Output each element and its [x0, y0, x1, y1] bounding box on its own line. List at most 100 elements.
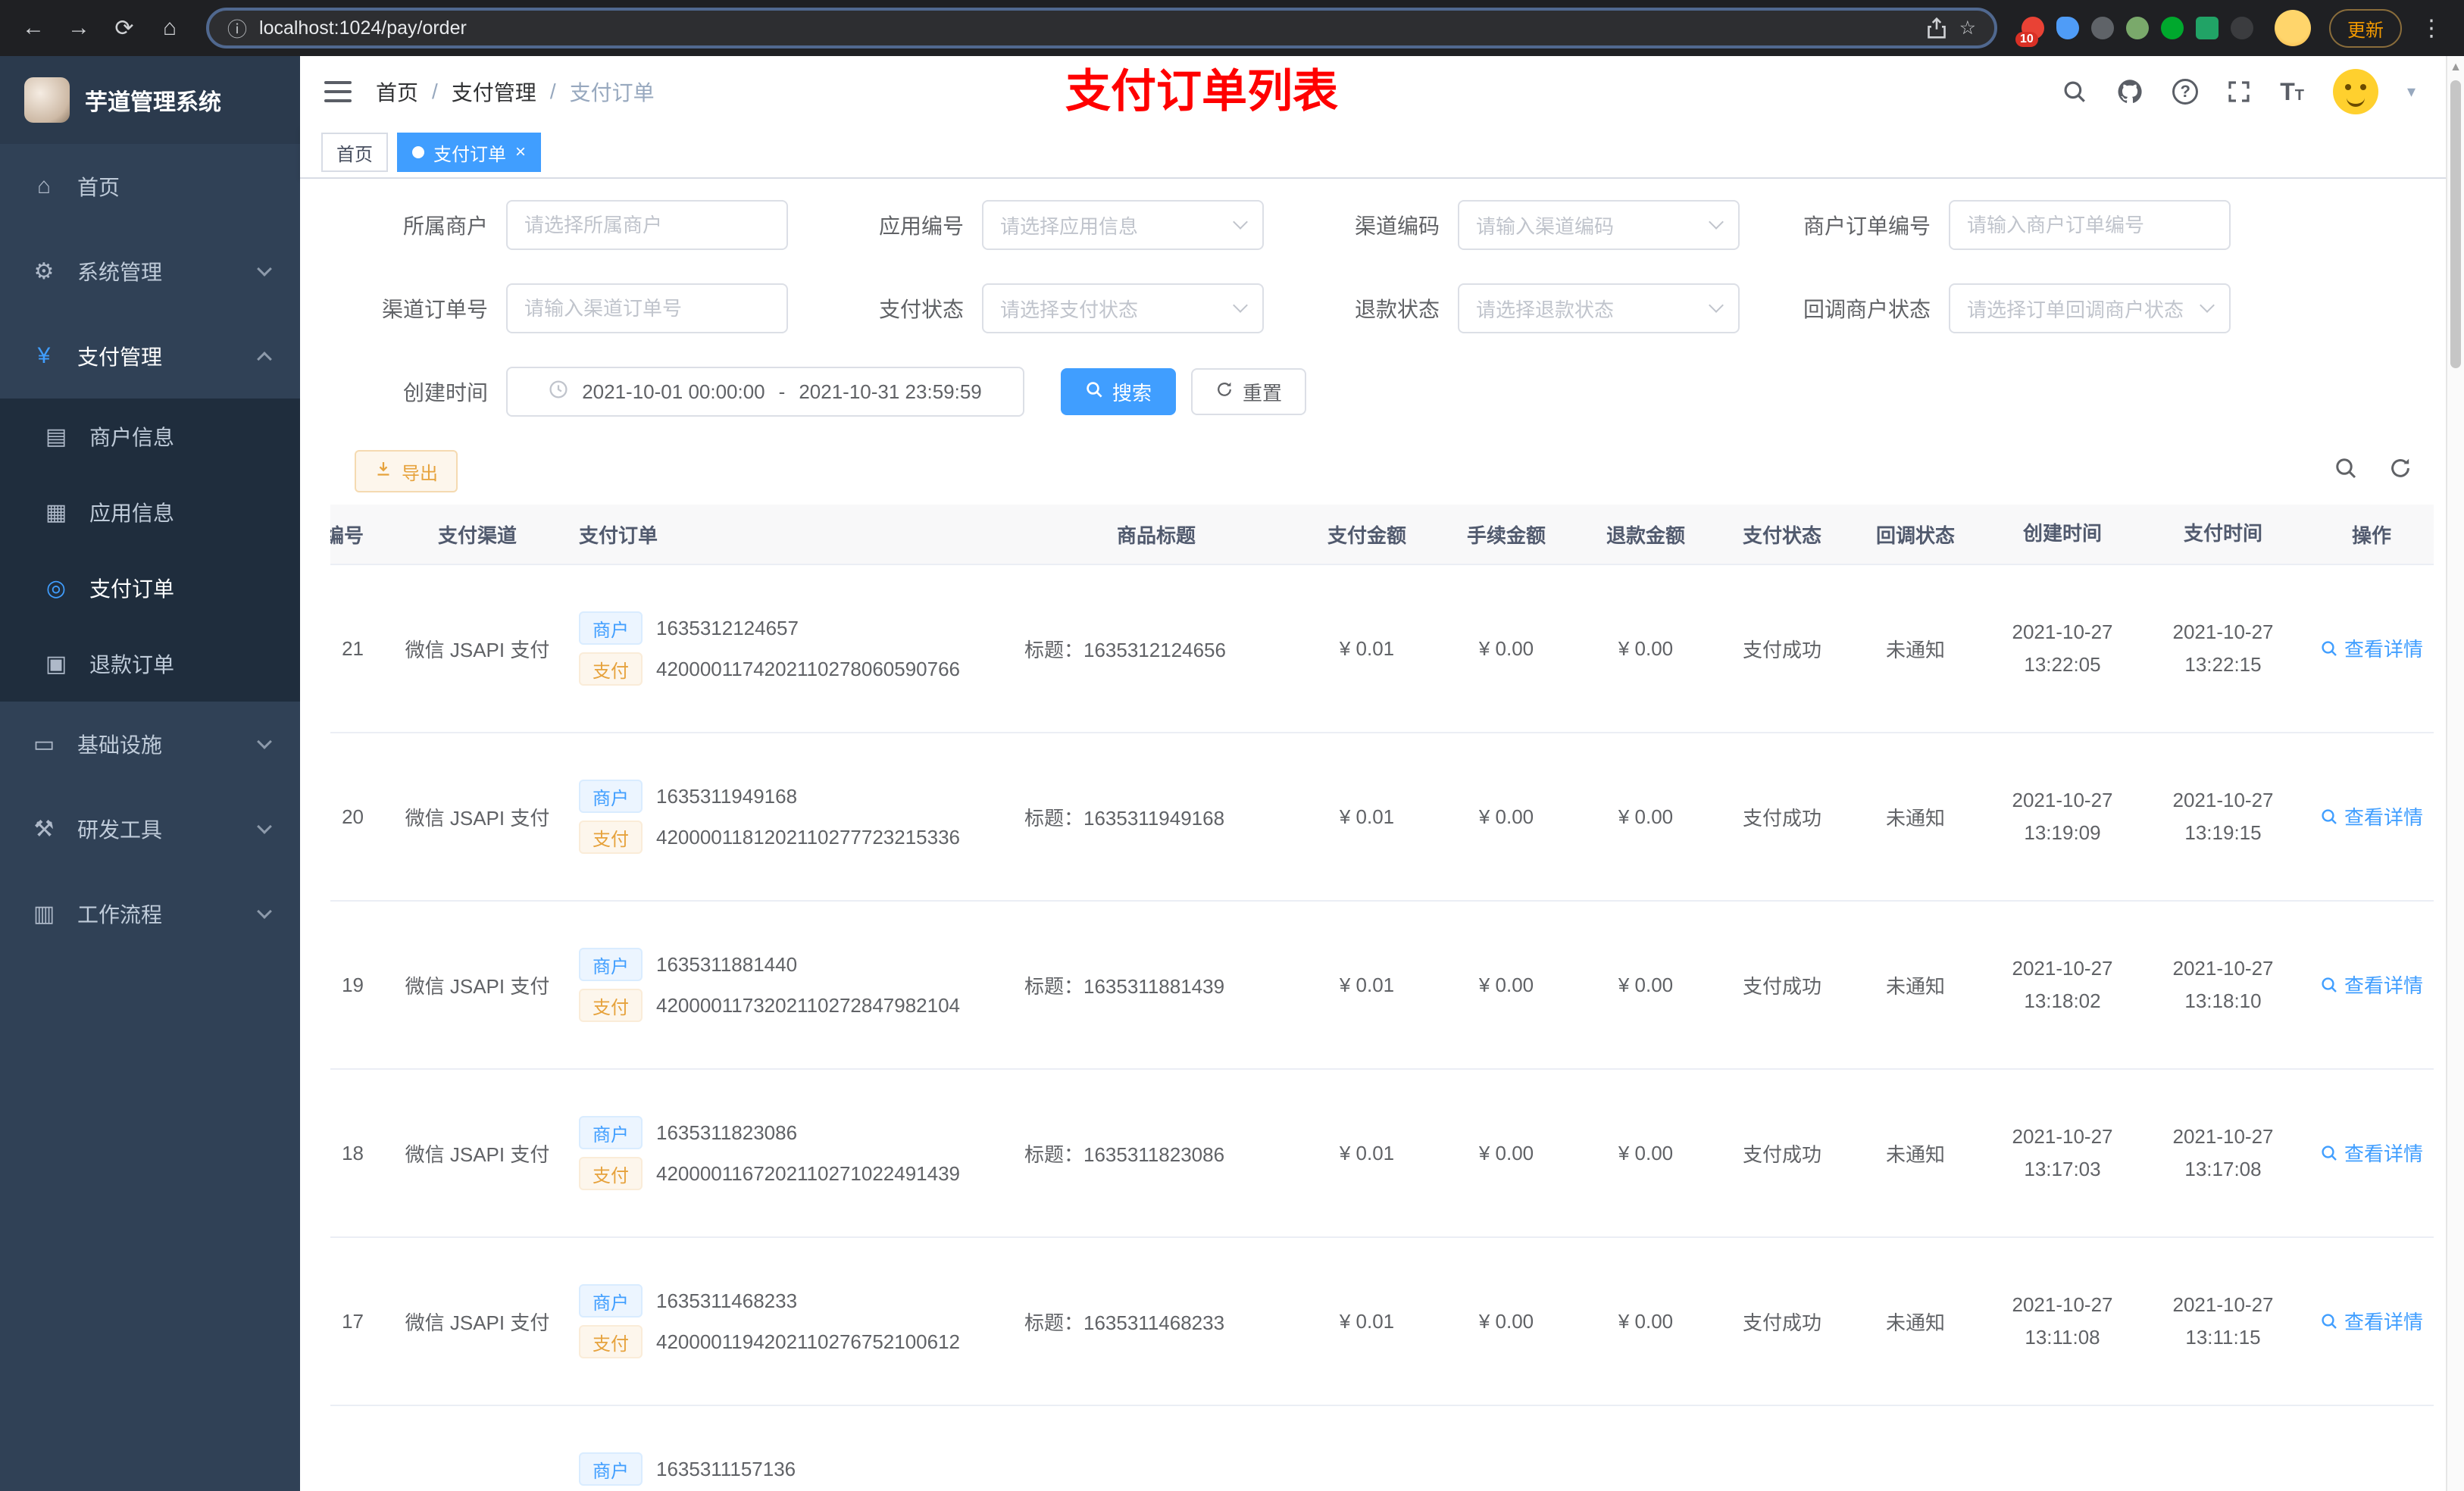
tab-label: 首页	[336, 144, 373, 165]
refund-status-select[interactable]: 请选择退款状态	[1458, 283, 1740, 333]
table-header-row: 编号 支付渠道 支付订单 商品标题 支付金额 手续金额 退款金额 支付状态 回调…	[330, 505, 2434, 565]
view-detail-link[interactable]: 查看详情	[2320, 1139, 2423, 1167]
pay-status-select[interactable]: 请选择支付状态	[982, 283, 1264, 333]
pay-order-no: 4200001167202110271022491439	[656, 1161, 961, 1185]
table-row: 17 微信 JSAPI 支付 商户 1635311468233 支付 4200001…	[330, 1238, 2434, 1406]
help-icon[interactable]: ?	[2172, 79, 2199, 105]
extension-icon-red[interactable]: 10	[2015, 17, 2044, 47]
date-separator: -	[778, 380, 786, 403]
col-create-time: 创建时间	[2022, 522, 2102, 545]
caret-down-icon[interactable]: ▾	[2407, 82, 2416, 102]
user-avatar[interactable]	[2332, 69, 2378, 114]
url-text[interactable]: localhost:1024/pay/order	[259, 17, 1914, 39]
date-start[interactable]: 2021-10-01 00:00:00	[582, 380, 765, 404]
view-detail-link[interactable]: 查看详情	[2320, 634, 2423, 662]
app-id-select[interactable]: 请选择应用信息	[982, 200, 1264, 250]
browser-menu-icon[interactable]: ⋮	[2411, 15, 2452, 42]
app-id-label: 应用编号	[878, 214, 964, 238]
search-icon[interactable]	[2062, 79, 2087, 105]
pay-status: 支付成功	[1742, 1311, 1821, 1334]
col-refund: 退款金额	[1606, 524, 1685, 547]
scrollbar-thumb[interactable]	[2450, 80, 2461, 368]
extension-icon-drop[interactable]	[2056, 17, 2079, 39]
sidebar-item-refund-order[interactable]: ▣ 退款订单	[0, 626, 300, 702]
breadcrumb-payment[interactable]: 支付管理	[452, 77, 536, 107]
sidebar-item-label: 工作流程	[77, 903, 163, 927]
yen-icon: ¥	[37, 343, 51, 368]
reload-icon: ⟳	[114, 15, 134, 41]
sidebar-item-system[interactable]: ⚙ 系统管理	[0, 229, 300, 314]
col-status: 支付状态	[1742, 524, 1821, 547]
sidebar-item-app-info[interactable]: ▦ 应用信息	[0, 474, 300, 550]
view-detail-link[interactable]: 查看详情	[2320, 971, 2423, 999]
callback-status-select[interactable]: 请选择订单回调商户状态	[1949, 283, 2231, 333]
extension-icon-pin[interactable]	[2231, 17, 2253, 39]
browser-update-button[interactable]: 更新	[2329, 8, 2402, 48]
col-fee: 手续金额	[1466, 524, 1546, 547]
extension-icon-green[interactable]	[2126, 17, 2149, 39]
active-dot-icon	[412, 146, 424, 158]
pay-order-cell: 商户 1635312124657 支付 4200001174202110278060…	[567, 604, 1015, 693]
order-id: 17	[342, 1309, 364, 1333]
refund-amount: ¥ 0.00	[1618, 1141, 1674, 1164]
view-detail-link[interactable]: 查看详情	[2320, 1307, 2423, 1335]
extension-icon-gray[interactable]	[2091, 17, 2114, 39]
breadcrumb-home[interactable]: 首页	[376, 77, 418, 107]
refresh-icon[interactable]	[2388, 456, 2412, 486]
font-size-icon[interactable]: TT	[2280, 80, 2304, 104]
tab-pay-order[interactable]: 支付订单 ×	[397, 133, 542, 172]
browser-back-button[interactable]: ←	[12, 7, 55, 49]
date-end[interactable]: 2021-10-31 23:59:59	[799, 380, 981, 404]
merchant-order-no-label: 商户订单编号	[1803, 214, 1931, 238]
reset-button[interactable]: 重置	[1191, 368, 1307, 415]
channel-order-no-input[interactable]	[506, 283, 788, 333]
merchant-order-no: 1635311881440	[656, 952, 798, 976]
sidebar-item-workflow[interactable]: ▥ 工作流程	[0, 871, 300, 956]
bookmark-star-icon[interactable]: ☆	[1959, 17, 1976, 39]
sidebar-toggle-icon[interactable]	[324, 81, 352, 102]
share-icon[interactable]	[1926, 17, 1947, 39]
merchant-tag: 商户	[579, 948, 643, 981]
close-icon[interactable]: ×	[515, 143, 526, 161]
card-icon: ▤	[45, 424, 67, 449]
refund-amount: ¥ 0.00	[1618, 636, 1674, 660]
sidebar-item-dev-tools[interactable]: ⚒ 研发工具	[0, 786, 300, 871]
briefcase-icon: ▥	[33, 901, 55, 927]
extension-icon-check[interactable]	[2161, 17, 2184, 39]
browser-profile-avatar[interactable]	[2275, 10, 2311, 46]
scroll-up-icon[interactable]: ▲	[2447, 56, 2464, 74]
merchant-input[interactable]	[506, 200, 788, 250]
sidebar-item-merchant-info[interactable]: ▤ 商户信息	[0, 399, 300, 474]
fullscreen-icon[interactable]	[2227, 80, 2251, 104]
search-button[interactable]: 搜索	[1061, 368, 1177, 415]
sidebar-item-label: 支付管理	[77, 345, 163, 369]
hide-search-icon[interactable]	[2334, 456, 2358, 486]
export-button[interactable]: 导出	[355, 450, 458, 492]
sidebar-item-infra[interactable]: ▭ 基础设施	[0, 702, 300, 786]
orders-table: 编号 支付渠道 支付订单 商品标题 支付金额 手续金额 退款金额 支付状态 回调…	[330, 505, 2434, 1491]
create-time-range-picker[interactable]: 2021-10-01 00:00:00 - 2021-10-31 23:59:5…	[506, 367, 1024, 417]
pay-tag: 支付	[579, 1325, 643, 1358]
extension-icon-chat[interactable]	[2196, 17, 2219, 39]
product-title: 标题：1635311468233	[1024, 1311, 1225, 1334]
sidebar-item-pay-order[interactable]: ◎ 支付订单	[0, 550, 300, 626]
site-info-icon[interactable]: ⓘ	[227, 14, 247, 42]
sidebar-item-payment[interactable]: ¥ 支付管理	[0, 314, 300, 399]
address-bar[interactable]: ⓘ localhost:1024/pay/order ☆	[206, 8, 1997, 48]
github-icon[interactable]	[2116, 78, 2143, 105]
document-icon: ▣	[45, 651, 67, 677]
window-scrollbar[interactable]: ▲	[2446, 56, 2464, 1491]
sidebar-item-label: 退款订单	[89, 653, 175, 677]
browser-toolbar: ← → ⟳ ⌂ ⓘ localhost:1024/pay/order ☆ 10 …	[0, 0, 2464, 56]
pay-time: 2021-10-27 13:11:15	[2172, 1293, 2274, 1349]
browser-forward-button[interactable]: →	[58, 7, 100, 49]
sidebar-item-home[interactable]: ⌂ 首页	[0, 144, 300, 229]
browser-home-button[interactable]: ⌂	[149, 7, 191, 49]
merchant-order-no-input[interactable]	[1949, 200, 2231, 250]
view-detail-link[interactable]: 查看详情	[2320, 802, 2423, 830]
home-icon: ⌂	[162, 15, 177, 40]
app-logo[interactable]: 芋道管理系统	[0, 56, 300, 144]
channel-code-select[interactable]: 请输入渠道编码	[1458, 200, 1740, 250]
browser-reload-button[interactable]: ⟳	[103, 7, 145, 49]
tab-home[interactable]: 首页	[321, 133, 388, 172]
